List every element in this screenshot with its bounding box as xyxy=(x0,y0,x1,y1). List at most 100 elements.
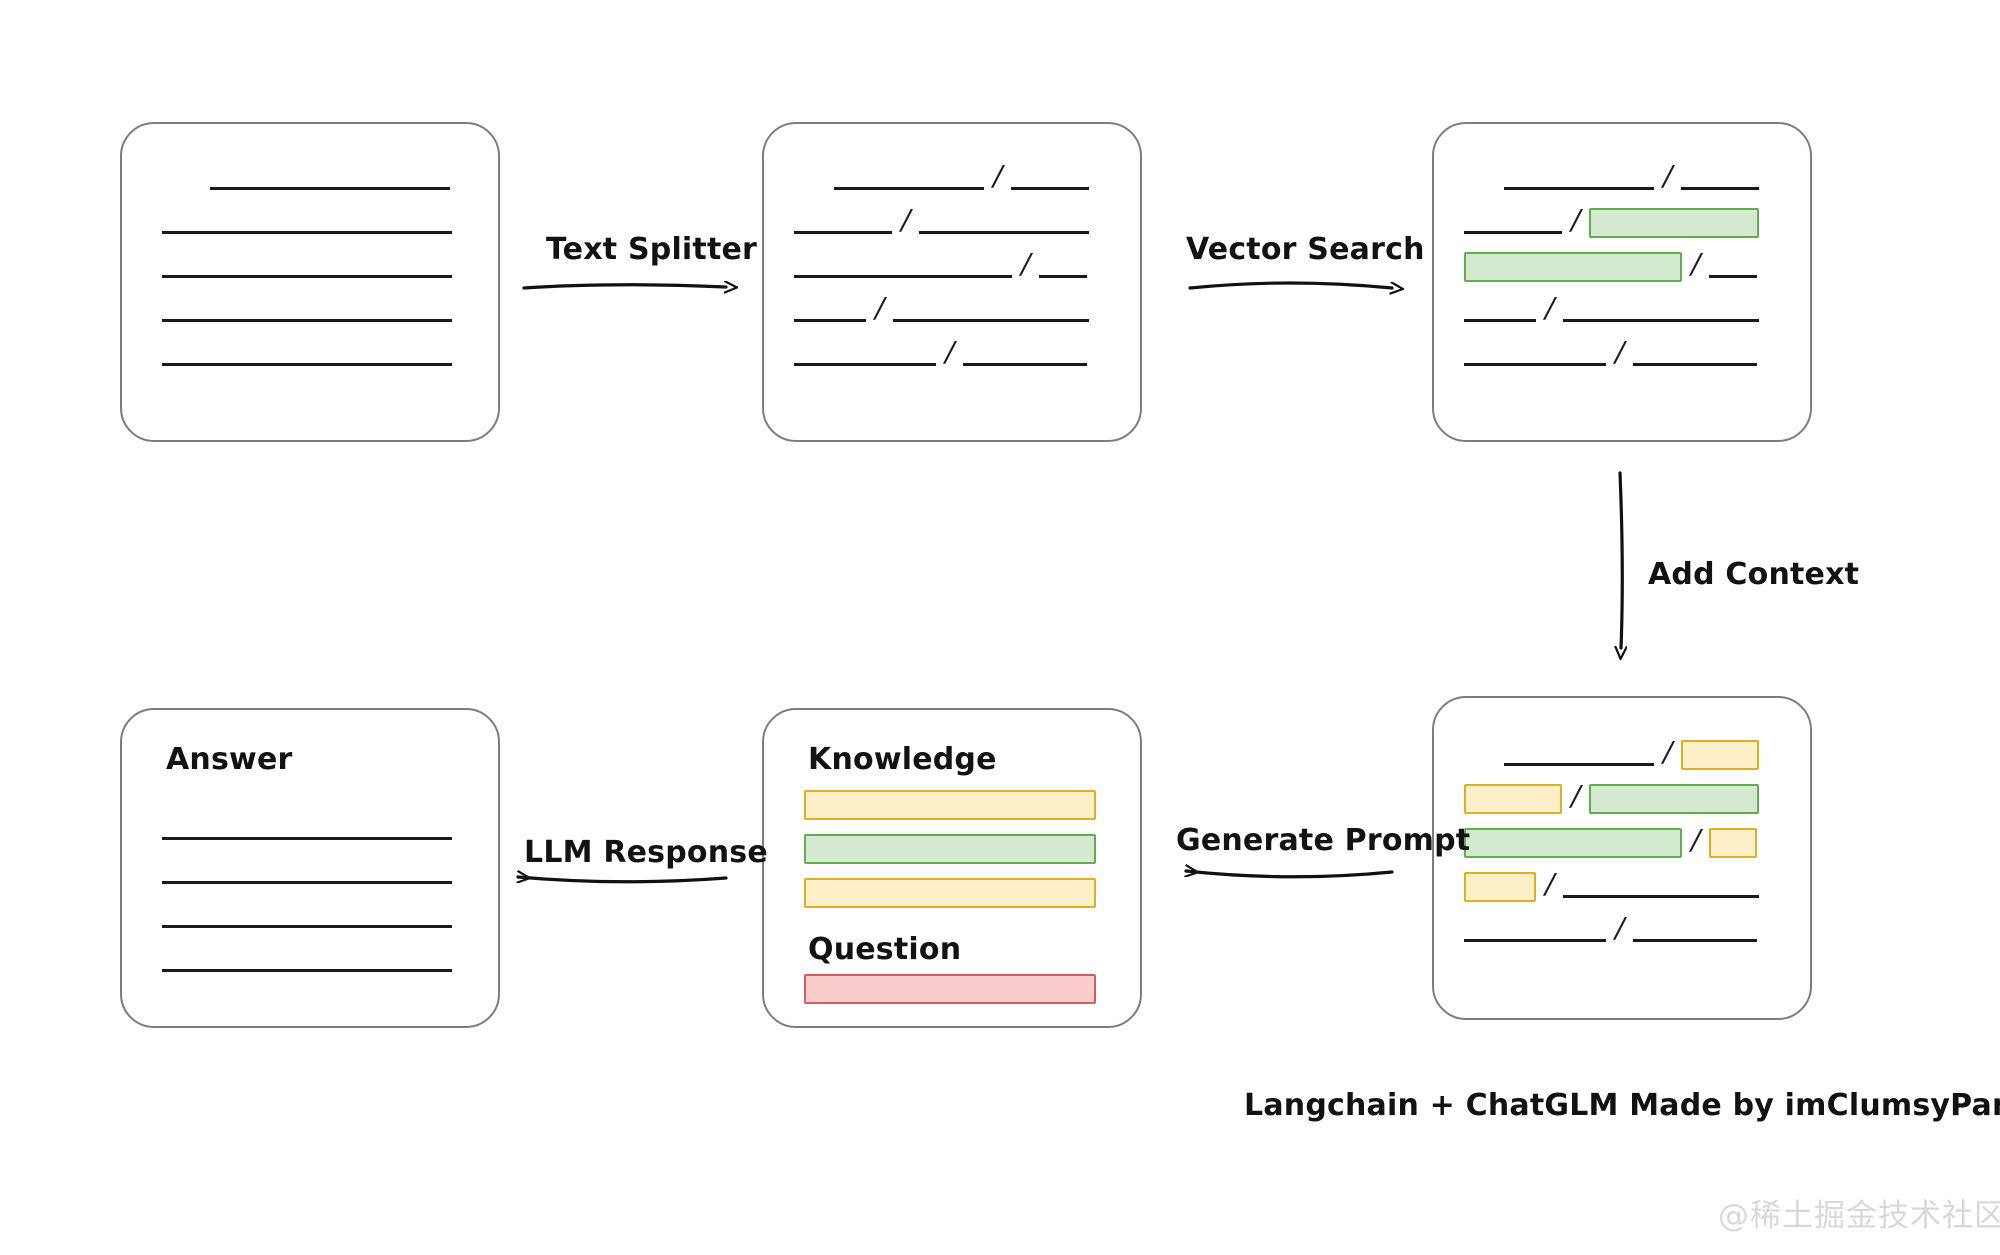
document-line: / xyxy=(1464,912,1758,946)
slash-separator: / xyxy=(945,334,955,371)
document-line xyxy=(162,814,452,844)
prompt-bars xyxy=(764,710,1140,1026)
text-line-rule xyxy=(1464,939,1606,942)
text-line-rule xyxy=(162,275,452,278)
slash-separator: / xyxy=(1615,334,1625,371)
green-highlight-chip xyxy=(1589,208,1760,238)
document-line: / xyxy=(1504,736,1760,770)
text-line-rule xyxy=(1709,275,1758,278)
document-line: / xyxy=(1464,248,1758,282)
text-line-rule xyxy=(1464,231,1562,234)
text-line-rule xyxy=(794,363,936,366)
text-line-rule xyxy=(834,187,984,190)
text-line-rule xyxy=(1464,363,1606,366)
yellow-highlight-chip xyxy=(1709,828,1758,858)
text-line-rule xyxy=(162,969,452,972)
text-line-rule xyxy=(162,925,452,928)
slash-separator: / xyxy=(1021,246,1031,283)
document-line: / xyxy=(1504,160,1760,194)
answer-card[interactable]: Answer xyxy=(120,708,500,1028)
document-line: / xyxy=(794,248,1088,282)
edge-label-add-context: Add Context xyxy=(1648,557,1860,592)
edge-label-generate-prompt: Generate Prompt xyxy=(1176,823,1471,858)
document-line: / xyxy=(1464,204,1760,238)
text-line-rule xyxy=(1563,895,1760,898)
yellow-highlight-chip xyxy=(804,790,1096,820)
slash-separator: / xyxy=(1545,866,1555,903)
slash-separator: / xyxy=(1663,158,1673,195)
text-line-rule xyxy=(1563,319,1760,322)
arrow-text-splitter xyxy=(522,285,726,288)
edge-label-text-splitter: Text Splitter xyxy=(546,232,758,267)
document-line xyxy=(162,252,452,282)
green-highlight-chip xyxy=(1589,784,1760,814)
text-line-rule xyxy=(893,319,1090,322)
text-line-rule xyxy=(1633,363,1758,366)
text-line-rule xyxy=(210,187,450,190)
yellow-highlight-chip xyxy=(1464,784,1562,814)
arrow-add-context xyxy=(1620,471,1622,648)
document-line xyxy=(162,946,452,976)
text-line-rule xyxy=(162,319,452,322)
text-line-rule xyxy=(794,231,892,234)
footer-credit: Langchain + ChatGLM Made by imClumsyPand… xyxy=(1244,1088,2000,1123)
arrow-vector-search xyxy=(1188,281,1392,288)
context-chunks-card[interactable]: / / / / / xyxy=(1432,696,1812,1020)
text-line-rule xyxy=(162,231,452,234)
document-line: / xyxy=(1464,868,1760,902)
edge-label-vector-search: Vector Search xyxy=(1186,232,1425,267)
knowledge-bar xyxy=(804,834,1096,864)
document-line: / xyxy=(794,204,1090,238)
slash-separator: / xyxy=(1691,822,1701,859)
document-line: / xyxy=(1464,336,1758,370)
text-line-rule xyxy=(162,363,452,366)
context-chunks-lines: / / / / / xyxy=(1434,698,1810,1018)
document-line: / xyxy=(794,336,1088,370)
document-line: / xyxy=(1464,780,1760,814)
slash-separator: / xyxy=(1615,910,1625,947)
text-line-rule xyxy=(1504,763,1654,766)
text-line-rule xyxy=(1504,187,1654,190)
document-line: / xyxy=(794,292,1090,326)
document-line xyxy=(162,902,452,932)
text-line-rule xyxy=(1011,187,1090,190)
slash-separator: / xyxy=(1545,290,1555,327)
document-line xyxy=(162,858,452,888)
yellow-highlight-chip xyxy=(1464,872,1536,902)
document-line xyxy=(162,340,452,370)
text-line-rule xyxy=(794,319,866,322)
source-document-card[interactable] xyxy=(120,122,500,442)
document-line: / xyxy=(834,160,1090,194)
red-highlight-chip xyxy=(804,974,1096,1004)
document-line xyxy=(162,208,452,238)
slash-separator: / xyxy=(901,202,911,239)
knowledge-bar xyxy=(804,790,1096,820)
slash-separator: / xyxy=(1663,734,1673,771)
slash-separator: / xyxy=(993,158,1003,195)
edge-label-llm-response: LLM Response xyxy=(524,835,768,870)
watermark: @稀土掘金技术社区 xyxy=(1718,1198,2000,1234)
knowledge-bar xyxy=(804,878,1096,908)
prompt-card[interactable]: Knowledge Question xyxy=(762,708,1142,1028)
green-highlight-chip xyxy=(1464,252,1682,282)
split-chunks-card[interactable]: / / / / / xyxy=(762,122,1142,442)
arrow-generate-prompt xyxy=(1186,871,1394,879)
question-bar xyxy=(804,974,1096,1004)
text-line-rule xyxy=(794,275,1012,278)
split-chunks-lines: / / / / / xyxy=(764,124,1140,440)
answer-lines xyxy=(122,710,498,1026)
text-line-rule xyxy=(162,837,452,840)
green-highlight-chip xyxy=(1464,828,1682,858)
text-line-rule xyxy=(963,363,1088,366)
vector-matches-lines: / / / / / xyxy=(1434,124,1810,440)
slash-separator: / xyxy=(1571,202,1581,239)
document-line xyxy=(210,164,450,194)
text-line-rule xyxy=(1039,275,1088,278)
text-line-rule xyxy=(919,231,1090,234)
vector-matches-card[interactable]: / / / / / xyxy=(1432,122,1812,442)
slash-separator: / xyxy=(875,290,885,327)
text-line-rule xyxy=(1681,187,1760,190)
document-line xyxy=(162,296,452,326)
text-line-rule xyxy=(1464,319,1536,322)
slash-separator: / xyxy=(1691,246,1701,283)
